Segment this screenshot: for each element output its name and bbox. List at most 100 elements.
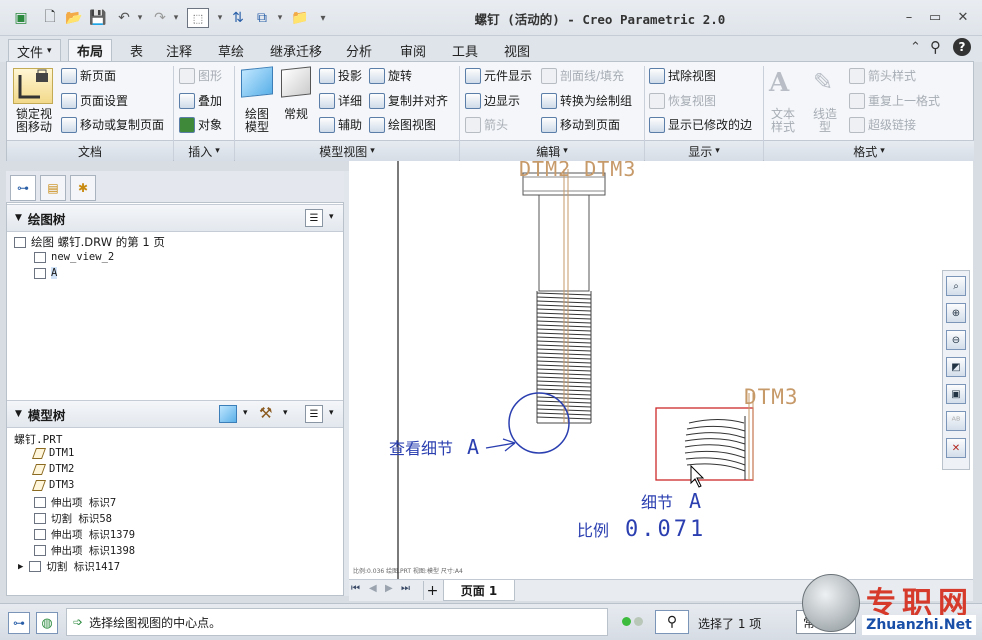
- graphic-button[interactable]: 图形: [179, 67, 222, 84]
- customize-toolbar-icon[interactable]: ▾: [316, 8, 330, 28]
- refit-icon[interactable]: ⌕: [946, 276, 966, 296]
- model-tree-item-dtm3[interactable]: DTM3: [31, 479, 74, 491]
- text-style-label[interactable]: 文本 样式: [765, 108, 801, 134]
- copy-align-button[interactable]: 复制并对齐: [369, 92, 448, 109]
- first-page-icon[interactable]: ⏮: [351, 583, 360, 594]
- tab-annotate[interactable]: 注释: [158, 39, 200, 62]
- overlay-button[interactable]: 叠加: [179, 92, 222, 109]
- scale-note[interactable]: 比例 0.071: [577, 517, 706, 542]
- regenerate-icon[interactable]: ⇅: [228, 8, 248, 28]
- text-style-icon[interactable]: A: [769, 68, 789, 98]
- save-icon[interactable]: 💾: [88, 8, 108, 28]
- display-style-icon[interactable]: ▣: [946, 384, 966, 404]
- move-copy-page-button[interactable]: 移动或复制页面: [61, 116, 164, 133]
- model-tree-item-dtm2[interactable]: DTM2: [31, 463, 74, 475]
- last-page-icon[interactable]: ⏭: [401, 583, 410, 594]
- repeat-last-format-button[interactable]: 重复上一格式: [849, 92, 940, 109]
- prev-page-icon[interactable]: ◀: [369, 583, 377, 594]
- tree-settings-icon[interactable]: ☰: [305, 209, 323, 227]
- tab-review[interactable]: 审阅: [392, 39, 434, 62]
- windows-icon[interactable]: ⧉: [252, 8, 272, 28]
- tree-tools-dropdown-icon[interactable]: ▾: [283, 408, 288, 418]
- drawing-tree-root[interactable]: 绘图 螺钉.DRW 的第 1 页: [14, 234, 165, 250]
- resume-view-button[interactable]: 恢复视图: [649, 92, 716, 109]
- drawing-model-icon[interactable]: [241, 66, 273, 98]
- auxiliary-button[interactable]: 辅助: [319, 116, 362, 133]
- new-page-button[interactable]: 新页面: [61, 67, 116, 84]
- tab-view[interactable]: 视图: [496, 39, 538, 62]
- help-icon[interactable]: ?: [953, 38, 971, 56]
- tab-analysis[interactable]: 分析: [338, 39, 380, 62]
- model-tree-tab-icon[interactable]: ⊶: [10, 175, 36, 201]
- tab-legacy-migration[interactable]: 继承迁移: [262, 39, 330, 62]
- datum-display-icon[interactable]: ✕: [946, 438, 966, 458]
- general-view-icon[interactable]: [281, 66, 311, 98]
- new-icon[interactable]: 🗋: [40, 8, 60, 28]
- detailed-button[interactable]: 详细: [319, 92, 362, 109]
- minimize-button[interactable]: –: [896, 8, 922, 26]
- select-dropdown-icon[interactable]: ▾: [214, 8, 226, 28]
- zoom-in-icon[interactable]: ⊕: [946, 303, 966, 323]
- navigator-toggle-icon[interactable]: ⊶: [8, 612, 30, 634]
- component-display-button[interactable]: 元件显示: [465, 67, 532, 84]
- drawing-canvas[interactable]: DTM2 DTM3 查看细节 A DTM3 细节 A 比例 0.071 比例:0.03…: [349, 161, 973, 579]
- drawing-model-label[interactable]: 绘图 模型: [235, 108, 279, 134]
- model-tree-item-dtm1[interactable]: DTM1: [31, 447, 74, 459]
- model-tree-item-extrude-7[interactable]: 伸出项 标识7: [34, 495, 116, 510]
- datum-label-top[interactable]: DTM2 DTM3: [519, 161, 636, 181]
- convert-to-draw-group-button[interactable]: 转换为绘制组: [541, 92, 632, 109]
- lock-view-move-icon[interactable]: [13, 68, 53, 104]
- add-page-button[interactable]: +: [423, 581, 441, 600]
- page-setup-button[interactable]: 页面设置: [61, 92, 128, 109]
- undo-icon[interactable]: ↶: [114, 8, 134, 28]
- open-icon[interactable]: 📂: [64, 8, 84, 28]
- arrow-style-button[interactable]: 箭头样式: [849, 67, 916, 84]
- model-tree-settings-dropdown-icon[interactable]: ▾: [329, 408, 334, 418]
- favorites-tab-icon[interactable]: ✱: [70, 175, 96, 201]
- browser-toggle-icon[interactable]: ◍: [36, 612, 58, 634]
- line-style-label[interactable]: 线造 型: [807, 108, 843, 134]
- show-modified-edges-button[interactable]: 显示已修改的边: [649, 116, 752, 133]
- tab-sketch[interactable]: 草绘: [210, 39, 252, 62]
- hyperlink-button[interactable]: 超级链接: [849, 116, 916, 133]
- folder-browser-tab-icon[interactable]: ▤: [40, 175, 66, 201]
- datum-label-dtm3[interactable]: DTM3: [744, 385, 799, 409]
- section-line-fill-button[interactable]: 剖面线/填充: [541, 67, 624, 84]
- redo-icon[interactable]: ↷: [150, 8, 170, 28]
- arrow-button[interactable]: 箭头: [465, 116, 508, 133]
- group-edit[interactable]: 编辑 ▾: [460, 140, 644, 161]
- annotation-display-icon[interactable]: ᴬᴮ: [946, 411, 966, 431]
- close-window-icon[interactable]: 📁: [290, 8, 310, 28]
- model-tree-settings-icon[interactable]: ☰: [305, 405, 323, 423]
- group-display[interactable]: 显示 ▾: [645, 140, 763, 161]
- repaint-icon[interactable]: ◩: [946, 357, 966, 377]
- lock-view-move-label[interactable]: 锁定视 图移动: [10, 108, 58, 134]
- model-tree-root[interactable]: 螺钉.PRT: [14, 431, 63, 447]
- tree-filter-tools-icon[interactable]: ⚒: [259, 404, 272, 422]
- drawing-view-button[interactable]: 绘图视图: [369, 116, 436, 133]
- tree-item-detail-a[interactable]: A: [34, 267, 58, 279]
- projection-button[interactable]: 投影: [319, 67, 362, 84]
- group-model-views[interactable]: 模型视图 ▾: [235, 140, 459, 161]
- erase-view-button[interactable]: 拭除视图: [649, 67, 716, 84]
- expand-icon[interactable]: ▶: [18, 562, 23, 572]
- page-tab-1[interactable]: 页面 1: [443, 580, 515, 601]
- model-tree-item-cut-1417[interactable]: ▶ 切割 标识1417: [18, 559, 120, 574]
- windows-dropdown-icon[interactable]: ▾: [274, 8, 286, 28]
- revolve-button[interactable]: 旋转: [369, 67, 412, 84]
- redo-dropdown-icon[interactable]: ▾: [170, 8, 182, 28]
- group-format[interactable]: 格式 ▾: [764, 140, 974, 161]
- model-tree-item-extrude-1379[interactable]: 伸出项 标识1379: [34, 527, 135, 542]
- zoom-out-icon[interactable]: ⊖: [946, 330, 966, 350]
- find-icon[interactable]: ⚲: [655, 610, 689, 634]
- tree-settings-dropdown-icon[interactable]: ▾: [329, 212, 334, 222]
- line-style-icon[interactable]: ✎: [813, 68, 833, 96]
- next-page-icon[interactable]: ▶: [385, 583, 393, 594]
- tab-layout[interactable]: 布局: [68, 39, 113, 62]
- tab-file[interactable]: 文件 ▾: [8, 39, 61, 62]
- tree-item-new-view-2[interactable]: new_view_2: [34, 251, 114, 263]
- detail-view-caption[interactable]: 细节 A: [641, 489, 701, 513]
- view-detail-note[interactable]: 查看细节 A: [389, 435, 479, 459]
- object-button[interactable]: 对象: [179, 116, 222, 133]
- close-button[interactable]: ✕: [950, 8, 976, 26]
